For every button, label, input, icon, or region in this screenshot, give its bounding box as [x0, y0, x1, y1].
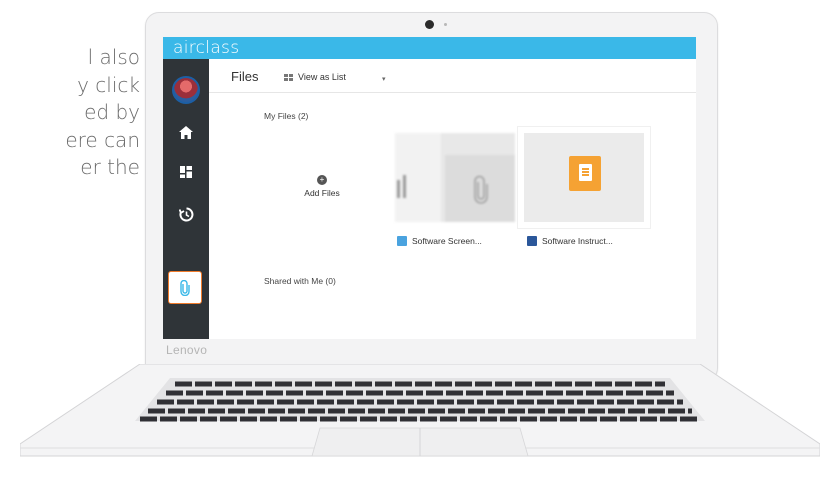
- camera-indicator: [444, 23, 447, 26]
- page-title: Files: [231, 69, 259, 84]
- thumbnail-bar: [397, 180, 400, 198]
- paperclip-icon: [180, 279, 190, 296]
- file-thumbnail-document[interactable]: [518, 127, 650, 228]
- laptop-base: [20, 364, 820, 457]
- thumbnail-left-panel: [395, 133, 441, 222]
- add-icon: +: [317, 175, 327, 185]
- word-file-icon: [527, 236, 537, 246]
- file-name-screenshot[interactable]: Software Screen...: [397, 236, 482, 246]
- thumbnail-bar: [403, 175, 406, 198]
- home-icon: [179, 125, 193, 139]
- laptop-screen: airclass Files View as List ▾ My Files (…: [163, 37, 696, 339]
- sidebar-item-home[interactable]: [163, 112, 209, 152]
- camera-icon: [425, 20, 434, 29]
- laptop: airclass Files View as List ▾ My Files (…: [0, 0, 838, 484]
- sidebar-item-dashboard[interactable]: [163, 152, 209, 192]
- chevron-down-icon[interactable]: ▾: [382, 75, 386, 83]
- add-files-button[interactable]: + Add Files: [293, 175, 351, 198]
- document-icon: [569, 156, 601, 191]
- sidebar-item-history[interactable]: [163, 194, 209, 234]
- add-files-label: Add Files: [304, 188, 340, 198]
- avatar[interactable]: [172, 76, 200, 104]
- laptop-brand-label: Lenovo: [166, 343, 208, 357]
- view-as-list-label: View as List: [298, 72, 346, 82]
- file-name-label: Software Instruct...: [542, 236, 613, 246]
- sidebar-item-files[interactable]: [168, 271, 202, 304]
- files-header: Files View as List ▾: [209, 59, 696, 93]
- file-name-document[interactable]: Software Instruct...: [527, 236, 613, 246]
- shared-with-me-heading: Shared with Me (0): [264, 276, 336, 286]
- dashboard-icon: [180, 166, 192, 178]
- app-topbar: airclass: [163, 37, 696, 59]
- file-thumbnail-screenshot[interactable]: [395, 133, 515, 222]
- history-icon: [178, 207, 193, 221]
- image-file-icon: [397, 236, 407, 246]
- view-as-list-toggle[interactable]: View as List: [284, 72, 346, 82]
- sidebar: [163, 59, 209, 339]
- paperclip-icon: [474, 175, 488, 204]
- file-name-label: Software Screen...: [412, 236, 482, 246]
- my-files-heading: My Files (2): [264, 111, 309, 121]
- app-logo[interactable]: airclass: [173, 37, 239, 59]
- list-view-icon: [284, 73, 293, 81]
